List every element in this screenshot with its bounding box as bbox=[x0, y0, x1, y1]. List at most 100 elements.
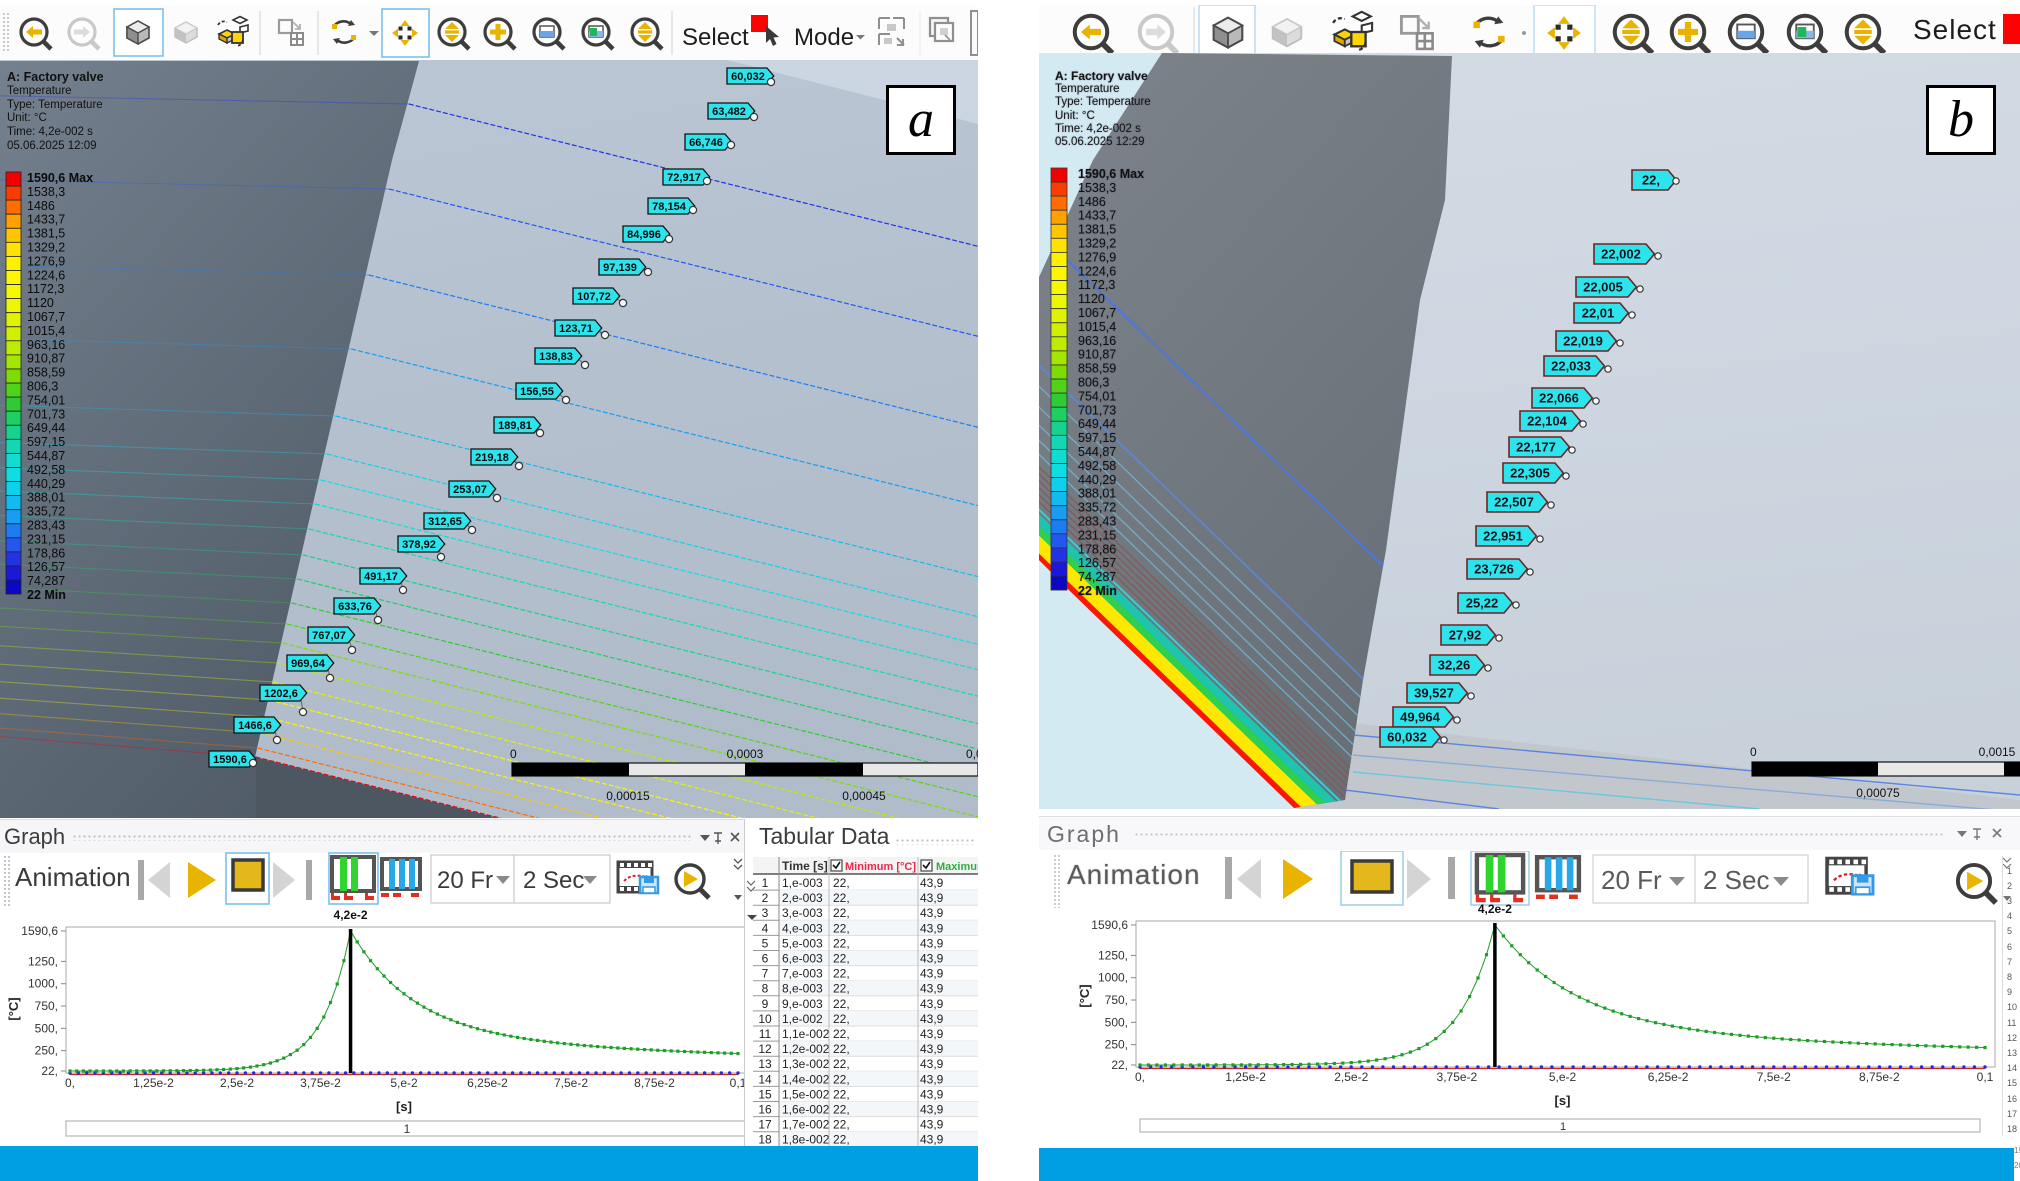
svg-text:0,00075: 0,00075 bbox=[1856, 786, 1900, 800]
svg-text:43,9: 43,9 bbox=[920, 921, 944, 935]
svg-text:43,9: 43,9 bbox=[920, 967, 944, 981]
svg-text:1590,6: 1590,6 bbox=[21, 924, 58, 938]
svg-text:0: 0 bbox=[510, 747, 517, 761]
svg-text:500,: 500, bbox=[1105, 1015, 1128, 1029]
svg-text:178,86: 178,86 bbox=[1078, 542, 1116, 556]
svg-text:0,00045: 0,00045 bbox=[842, 789, 886, 803]
svg-text:72,917: 72,917 bbox=[667, 172, 701, 184]
svg-text:43,9: 43,9 bbox=[920, 1072, 944, 1086]
svg-text:1,25e-2: 1,25e-2 bbox=[1225, 1070, 1266, 1084]
svg-text:22,066: 22,066 bbox=[1539, 391, 1579, 406]
svg-text:806,3: 806,3 bbox=[1078, 376, 1109, 390]
svg-text:15: 15 bbox=[758, 1087, 772, 1101]
svg-text:1172,3: 1172,3 bbox=[1078, 278, 1115, 292]
svg-text:22,: 22, bbox=[833, 952, 850, 966]
svg-text:1,3e-002: 1,3e-002 bbox=[782, 1057, 830, 1071]
svg-text:23,726: 23,726 bbox=[1474, 562, 1514, 577]
svg-text:11: 11 bbox=[759, 1027, 772, 1041]
svg-text:22 Min: 22 Min bbox=[1078, 584, 1117, 598]
svg-text:6,25e-2: 6,25e-2 bbox=[467, 1076, 508, 1090]
svg-text:1,8e-002: 1,8e-002 bbox=[782, 1133, 830, 1146]
svg-text:767,07: 767,07 bbox=[312, 630, 346, 642]
svg-text:8,75e-2: 8,75e-2 bbox=[1859, 1070, 1900, 1084]
svg-text:1,2e-002: 1,2e-002 bbox=[782, 1042, 830, 1056]
svg-text:18: 18 bbox=[758, 1133, 772, 1146]
svg-text:335,72: 335,72 bbox=[1078, 501, 1116, 515]
svg-text:1,6e-002: 1,6e-002 bbox=[782, 1103, 830, 1117]
svg-text:1000,: 1000, bbox=[28, 977, 58, 991]
svg-text:0,0003: 0,0003 bbox=[727, 747, 764, 761]
svg-text:6,25e-2: 6,25e-2 bbox=[1648, 1070, 1689, 1084]
svg-text:[°C]: [°C] bbox=[6, 997, 21, 1020]
svg-text:22,305: 22,305 bbox=[1510, 466, 1550, 481]
svg-text:1,25e-2: 1,25e-2 bbox=[133, 1076, 174, 1090]
svg-text:1590,6 Max: 1590,6 Max bbox=[1078, 167, 1144, 181]
svg-text:78,154: 78,154 bbox=[652, 201, 687, 213]
svg-text:22,: 22, bbox=[41, 1064, 58, 1078]
svg-text:1: 1 bbox=[1560, 1121, 1566, 1133]
svg-text:1,1e-002: 1,1e-002 bbox=[782, 1027, 830, 1041]
svg-text:0,: 0, bbox=[65, 1076, 75, 1090]
svg-text:1,4e-002: 1,4e-002 bbox=[782, 1072, 830, 1086]
svg-text:1015,4: 1015,4 bbox=[1078, 320, 1116, 334]
svg-text:5,e-2: 5,e-2 bbox=[390, 1076, 418, 1090]
svg-text:1590,6: 1590,6 bbox=[213, 754, 247, 766]
svg-text:43,9: 43,9 bbox=[920, 876, 944, 890]
svg-text:22,: 22, bbox=[833, 1072, 850, 1086]
svg-text:25,22: 25,22 bbox=[1466, 596, 1499, 611]
svg-text:1067,7: 1067,7 bbox=[1078, 306, 1116, 320]
svg-text:22,: 22, bbox=[833, 997, 850, 1011]
svg-text:Maximum |: Maximum | bbox=[936, 861, 978, 873]
svg-text:3: 3 bbox=[762, 906, 769, 920]
svg-text:13: 13 bbox=[758, 1057, 772, 1071]
svg-text:754,01: 754,01 bbox=[1078, 389, 1116, 403]
svg-text:544,87: 544,87 bbox=[1078, 445, 1116, 459]
svg-text:969,64: 969,64 bbox=[291, 658, 326, 670]
svg-text:1224,6: 1224,6 bbox=[1078, 264, 1116, 278]
svg-text:440,29: 440,29 bbox=[1078, 473, 1116, 487]
svg-text:9,e-003: 9,e-003 bbox=[782, 997, 823, 1011]
svg-text:43,9: 43,9 bbox=[920, 952, 944, 966]
svg-text:43,9: 43,9 bbox=[920, 1133, 944, 1146]
svg-text:22,033: 22,033 bbox=[1551, 359, 1591, 374]
svg-text:49,964: 49,964 bbox=[1400, 710, 1441, 725]
svg-text:123,71: 123,71 bbox=[559, 323, 593, 335]
svg-text:43,9: 43,9 bbox=[920, 1027, 944, 1041]
svg-text:107,72: 107,72 bbox=[577, 291, 611, 303]
svg-text:22,019: 22,019 bbox=[1563, 334, 1603, 349]
svg-text:633,76: 633,76 bbox=[338, 601, 372, 613]
svg-text:32,26: 32,26 bbox=[1438, 658, 1471, 673]
svg-text:5,e-003: 5,e-003 bbox=[782, 936, 823, 950]
svg-text:84,996: 84,996 bbox=[627, 229, 661, 241]
svg-text:22,: 22, bbox=[833, 1057, 850, 1071]
svg-text:22,: 22, bbox=[833, 1103, 850, 1117]
svg-text:22,951: 22,951 bbox=[1483, 529, 1523, 544]
svg-text:22,: 22, bbox=[833, 1042, 850, 1056]
svg-text:388,01: 388,01 bbox=[1078, 487, 1116, 501]
svg-text:17: 17 bbox=[758, 1118, 772, 1132]
svg-text:6,e-003: 6,e-003 bbox=[782, 952, 823, 966]
svg-text:1381,5: 1381,5 bbox=[1078, 223, 1116, 237]
svg-text:27,92: 27,92 bbox=[1449, 628, 1482, 643]
svg-text:12: 12 bbox=[758, 1042, 772, 1056]
svg-text:22,507: 22,507 bbox=[1494, 495, 1534, 510]
svg-text:597,15: 597,15 bbox=[1078, 431, 1116, 445]
svg-text:1: 1 bbox=[404, 1122, 411, 1136]
svg-text:3,e-003: 3,e-003 bbox=[782, 906, 823, 920]
svg-text:3,75e-2: 3,75e-2 bbox=[1437, 1070, 1478, 1084]
svg-text:22,: 22, bbox=[833, 876, 850, 890]
svg-text:Time [s]: Time [s] bbox=[782, 859, 828, 873]
svg-text:[s]: [s] bbox=[1555, 1093, 1571, 1108]
svg-text:22,: 22, bbox=[833, 1133, 850, 1146]
svg-text:22,: 22, bbox=[833, 906, 850, 920]
svg-text:22,104: 22,104 bbox=[1527, 414, 1568, 429]
svg-text:43,9: 43,9 bbox=[920, 1012, 944, 1026]
svg-text:22,: 22, bbox=[833, 1118, 850, 1132]
svg-text:253,07: 253,07 bbox=[453, 484, 487, 496]
svg-text:2: 2 bbox=[762, 891, 769, 905]
svg-text:0,00015: 0,00015 bbox=[606, 789, 650, 803]
svg-text:858,59: 858,59 bbox=[1078, 362, 1116, 376]
svg-text:22,: 22, bbox=[833, 1027, 850, 1041]
svg-text:1,e-003: 1,e-003 bbox=[782, 876, 823, 890]
svg-text:43,9: 43,9 bbox=[920, 906, 944, 920]
